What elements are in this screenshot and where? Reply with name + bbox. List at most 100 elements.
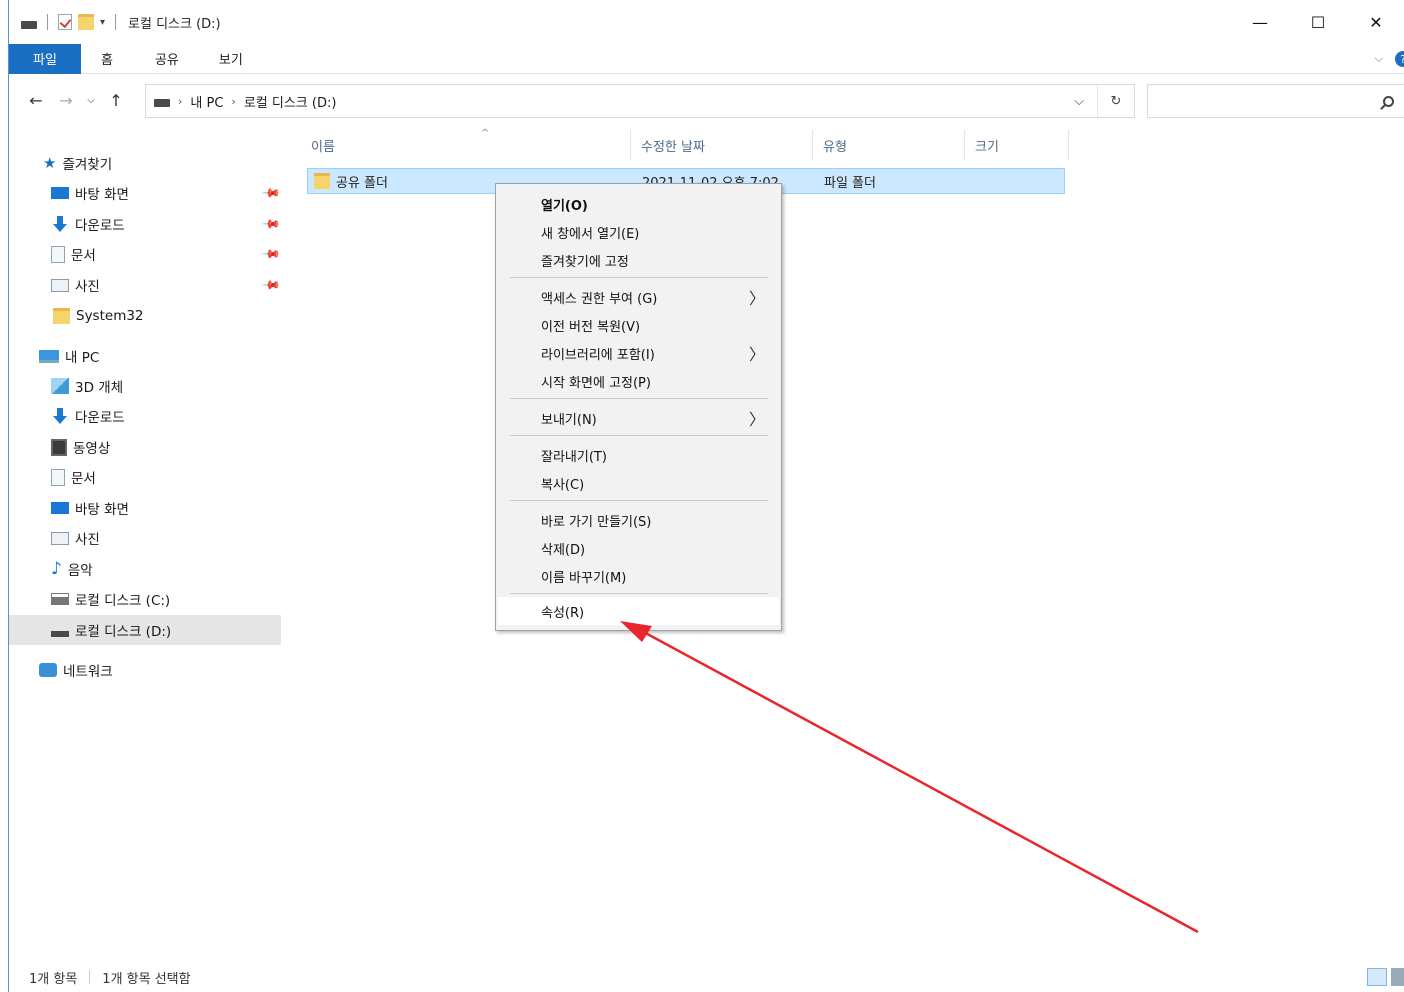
- sidebar-item-music[interactable]: ♪ 음악: [51, 554, 93, 584]
- sidebar-item-system32[interactable]: System32: [53, 301, 144, 331]
- column-label: 유형: [823, 139, 847, 155]
- sidebar-item-label: 로컬 디스크 (D:): [75, 624, 172, 640]
- submenu-arrow-icon: 〉: [748, 410, 765, 429]
- pin-icon: 📌: [261, 243, 282, 265]
- expand-ribbon-button[interactable]: ⌵: [1375, 52, 1383, 66]
- sidebar-item-videos[interactable]: 동영상: [51, 432, 110, 462]
- sidebar-item-label: 바탕 화면: [75, 187, 129, 203]
- drive-icon: [21, 21, 37, 29]
- menu-item-properties[interactable]: 속성(R): [498, 597, 779, 625]
- up-button[interactable]: ↑: [101, 91, 131, 110]
- menu-item-label: 라이브러리에 포함(I): [541, 347, 655, 363]
- details-view-icon[interactable]: [1367, 968, 1387, 986]
- column-header-name[interactable]: 이름 ^: [301, 128, 631, 160]
- menu-item-label: 액세스 권한 부여 (G): [541, 291, 658, 307]
- menu-item-open[interactable]: 열기(O): [498, 190, 779, 218]
- sidebar-item-label: 문서: [71, 471, 96, 487]
- menu-item-label: 보내기(N): [541, 412, 597, 428]
- file-list-pane: 이름 ^ 수정한 날짜 유형 크기 공유 폴더 2021-11-02 오후 7:…: [285, 126, 1404, 962]
- sidebar-item-downloads[interactable]: 다운로드: [51, 401, 125, 431]
- sidebar-item-local-disk-c[interactable]: 로컬 디스크 (C:): [51, 584, 170, 614]
- tab-share[interactable]: 공유: [129, 44, 195, 74]
- recent-locations-button[interactable]: ⌵: [81, 95, 101, 106]
- folder-icon: [53, 308, 70, 324]
- address-dropdown-button[interactable]: ⌵: [1061, 94, 1097, 109]
- menu-item-send-to[interactable]: 보내기(N) 〉: [498, 404, 779, 432]
- breadcrumb-separator[interactable]: ›: [231, 95, 235, 108]
- sidebar-item-label: 음악: [67, 563, 93, 579]
- file-name: 공유 폴더: [336, 175, 388, 191]
- submenu-arrow-icon: 〉: [748, 289, 765, 308]
- sidebar-item-quick-access[interactable]: ★ 즐겨찾기: [43, 148, 112, 178]
- sidebar-item-label: 사진: [75, 279, 100, 295]
- network-icon: [39, 663, 57, 677]
- tab-file[interactable]: 파일: [9, 43, 81, 74]
- breadcrumb-this-pc[interactable]: 내 PC: [190, 92, 223, 111]
- sidebar-item-label: 로컬 디스크 (C:): [75, 593, 171, 609]
- sidebar-item-documents-pinned[interactable]: 문서: [51, 239, 96, 269]
- sidebar-item-3d-objects[interactable]: 3D 개체: [51, 371, 123, 401]
- download-icon: [51, 216, 69, 232]
- menu-item-copy[interactable]: 복사(C): [498, 469, 779, 497]
- menu-item-pin-start[interactable]: 시작 화면에 고정(P): [498, 367, 779, 395]
- new-folder-icon[interactable]: [78, 14, 94, 30]
- sidebar-item-pictures[interactable]: 사진: [51, 523, 100, 553]
- item-count: 1개 항목: [29, 971, 78, 987]
- menu-item-rename[interactable]: 이름 바꾸기(M): [498, 562, 779, 590]
- menu-item-pin-quick-access[interactable]: 즐겨찾기에 고정: [498, 246, 779, 274]
- breadcrumb-local-disk-d[interactable]: 로컬 디스크 (D:): [244, 92, 337, 111]
- sidebar-item-local-disk-d[interactable]: 로컬 디스크 (D:): [9, 615, 281, 645]
- sidebar-item-label: System32: [76, 308, 144, 324]
- menu-item-cut[interactable]: 잘라내기(T): [498, 441, 779, 469]
- sidebar-item-this-pc[interactable]: 내 PC: [39, 341, 99, 371]
- sidebar-item-desktop[interactable]: 바탕 화면: [51, 493, 129, 523]
- picture-icon: [51, 531, 69, 545]
- column-header-type[interactable]: 유형: [813, 130, 965, 160]
- forward-button[interactable]: →: [51, 91, 81, 110]
- drive-icon: [154, 99, 170, 107]
- sidebar-item-downloads-pinned[interactable]: 다운로드: [51, 209, 125, 239]
- desktop-icon: [51, 187, 69, 199]
- column-header-date[interactable]: 수정한 날짜: [631, 130, 813, 160]
- large-icons-view-icon[interactable]: [1391, 968, 1404, 986]
- back-button[interactable]: ←: [21, 91, 51, 110]
- document-icon: [51, 245, 65, 263]
- close-button[interactable]: ✕: [1347, 0, 1404, 44]
- submenu-arrow-icon: 〉: [748, 345, 765, 364]
- menu-item-create-shortcut[interactable]: 바로 가기 만들기(S): [498, 506, 779, 534]
- status-bar: 1개 항목 1개 항목 선택함: [9, 962, 1404, 992]
- sidebar-item-network[interactable]: 네트워크: [39, 655, 113, 685]
- column-label: 이름: [311, 139, 335, 155]
- tab-view[interactable]: 보기: [195, 44, 259, 74]
- customize-toolbar-dropdown[interactable]: ▾: [100, 17, 105, 28]
- minimize-button[interactable]: —: [1231, 0, 1289, 44]
- sidebar-item-label: 즐겨찾기: [62, 157, 113, 173]
- pin-icon: 📌: [261, 182, 282, 204]
- menu-item-delete[interactable]: 삭제(D): [498, 534, 779, 562]
- address-bar[interactable]: › 내 PC › 로컬 디스크 (D:) ⌵ ↻: [145, 84, 1135, 118]
- drive-d-icon: [51, 631, 69, 637]
- maximize-button[interactable]: ☐: [1289, 0, 1347, 44]
- help-icon[interactable]: ?: [1395, 51, 1404, 67]
- breadcrumb-separator[interactable]: ›: [178, 95, 182, 108]
- sidebar-item-pictures-pinned[interactable]: 사진: [51, 270, 100, 300]
- tab-home[interactable]: 홈: [81, 44, 129, 74]
- menu-item-open-new-window[interactable]: 새 창에서 열기(E): [498, 218, 779, 246]
- menu-item-include-library[interactable]: 라이브러리에 포함(I) 〉: [498, 339, 779, 367]
- music-icon: ♪: [51, 559, 62, 579]
- toolbar-divider: [47, 14, 48, 30]
- sidebar-item-label: 3D 개체: [75, 380, 124, 396]
- window-controls: — ☐ ✕: [1231, 0, 1404, 44]
- refresh-button[interactable]: ↻: [1098, 94, 1134, 109]
- sidebar-item-documents[interactable]: 문서: [51, 462, 96, 492]
- search-box[interactable]: [1147, 84, 1404, 118]
- desktop-icon: [51, 502, 69, 514]
- 3d-objects-icon: [51, 378, 69, 394]
- menu-item-give-access[interactable]: 액세스 권한 부여 (G) 〉: [498, 283, 779, 311]
- menu-item-restore-previous[interactable]: 이전 버전 복원(V): [498, 311, 779, 339]
- sidebar-item-desktop-pinned[interactable]: 바탕 화면: [51, 178, 129, 208]
- drive-c-icon: [51, 593, 69, 605]
- properties-icon[interactable]: [58, 14, 72, 30]
- column-header-size[interactable]: 크기: [965, 130, 1069, 160]
- video-icon: [51, 438, 67, 456]
